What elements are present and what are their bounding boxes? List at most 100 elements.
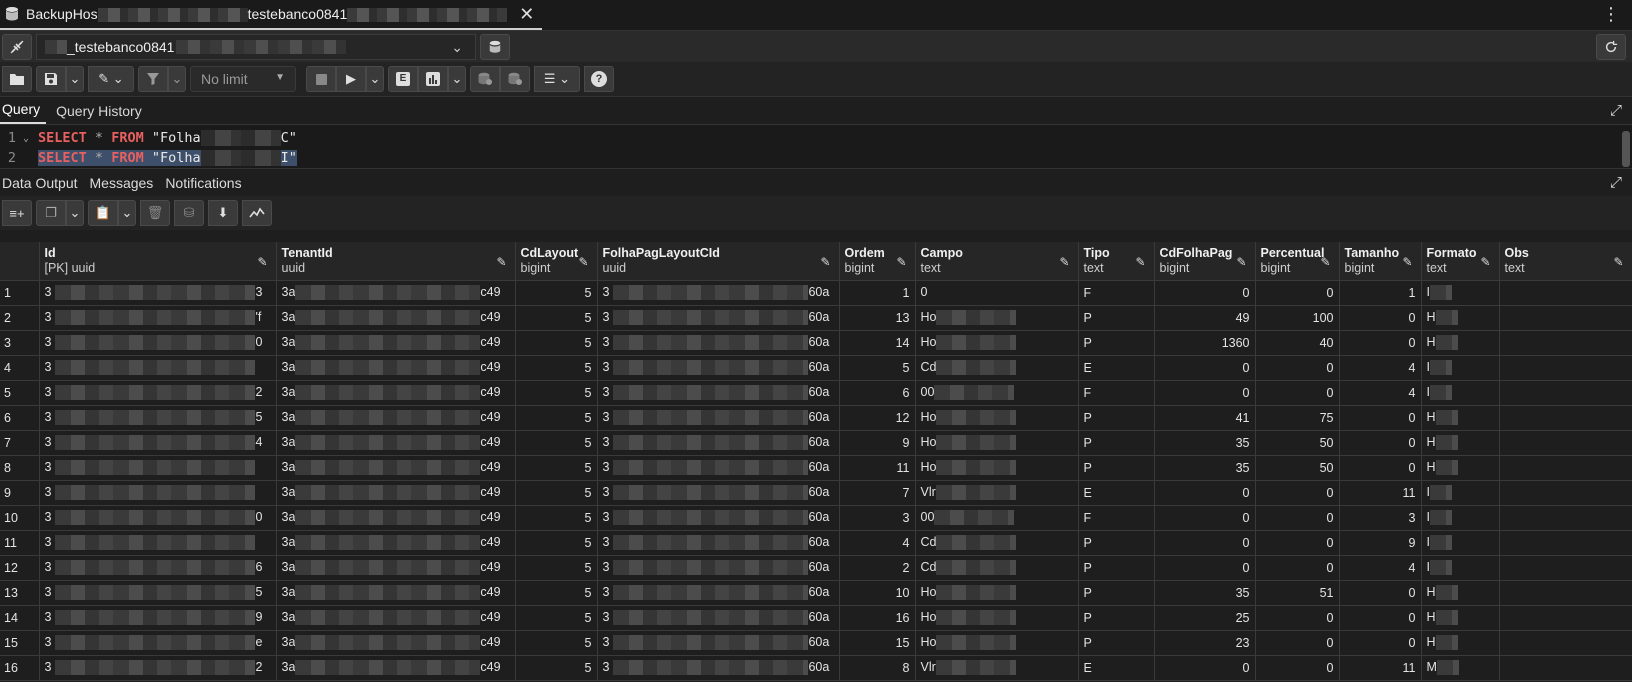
cell-folhapaglayoutcid[interactable]: 3 60a	[597, 430, 840, 456]
cell-id[interactable]: 32	[39, 380, 277, 406]
close-tab-icon[interactable]: ✕	[519, 4, 534, 25]
cell-tamanho[interactable]: 4	[1339, 555, 1422, 581]
cell-tipo[interactable]: P	[1078, 305, 1155, 331]
row-number[interactable]: 11	[0, 530, 40, 556]
cell-formato[interactable]: H	[1421, 630, 1500, 656]
cell-percentual[interactable]: 50	[1255, 430, 1340, 456]
cell-cdfolhapag[interactable]: 0	[1154, 355, 1256, 381]
row-number[interactable]: 5	[0, 380, 40, 406]
expand-icon[interactable]: ⤢	[1610, 102, 1622, 119]
column-header-percentual[interactable]: Percentual bigint ✎	[1255, 242, 1340, 281]
cell-campo[interactable]: Cd	[915, 555, 1079, 581]
cell-tenantid[interactable]: 3a c49	[276, 430, 516, 456]
cell-ordem[interactable]: 3	[839, 505, 916, 531]
cell-ordem[interactable]: 4	[839, 530, 916, 556]
cell-obs[interactable]	[1499, 280, 1632, 306]
cell-folhapaglayoutcid[interactable]: 3 60a	[597, 455, 840, 481]
table-row[interactable]: 7 3 4 3a c49 5 3 60a 9 Ho P 35 50 0 H	[0, 430, 1632, 456]
cell-percentual[interactable]: 40	[1255, 330, 1340, 356]
cell-percentual[interactable]: 0	[1255, 530, 1340, 556]
cell-ordem[interactable]: 5	[839, 355, 916, 381]
cell-id[interactable]: 35	[39, 405, 277, 431]
cell-percentual[interactable]: 75	[1255, 405, 1340, 431]
cell-cdlayout[interactable]: 5	[515, 530, 598, 556]
delete-button[interactable]: 🗑	[140, 200, 170, 226]
table-row[interactable]: 15 3 e 3a c49 5 3 60a 15 Ho P 23 0 0 H	[0, 630, 1632, 656]
cell-tenantid[interactable]: 3a c49	[276, 630, 516, 656]
cell-formato[interactable]: I	[1421, 480, 1500, 506]
cell-cdlayout[interactable]: 5	[515, 455, 598, 481]
cell-tipo[interactable]: P	[1078, 605, 1155, 631]
cell-cdfolhapag[interactable]: 0	[1154, 505, 1256, 531]
cell-campo[interactable]: Ho	[915, 405, 1079, 431]
cell-formato[interactable]: I	[1421, 380, 1500, 406]
edit-column-icon[interactable]: ✎	[1402, 255, 1412, 269]
cell-tenantid[interactable]: 3a c49	[276, 655, 516, 681]
add-row-button[interactable]: ≡+	[2, 200, 32, 226]
explain-analyze-button[interactable]	[418, 66, 448, 92]
edit-column-icon[interactable]: ✎	[496, 255, 506, 269]
cell-obs[interactable]	[1499, 380, 1632, 406]
cell-percentual[interactable]: 0	[1255, 630, 1340, 656]
row-number[interactable]: 15	[0, 630, 40, 656]
cell-cdfolhapag[interactable]: 23	[1154, 630, 1256, 656]
cell-obs[interactable]	[1499, 505, 1632, 531]
fold-chevron-icon[interactable]: ⌄	[16, 133, 36, 144]
cell-cdlayout[interactable]: 5	[515, 480, 598, 506]
expand-icon[interactable]: ⤢	[1610, 174, 1622, 191]
cell-cdfolhapag[interactable]: 49	[1154, 305, 1256, 331]
copy-options-dropdown[interactable]: ⌄	[66, 200, 84, 226]
filter-button[interactable]	[138, 66, 168, 92]
column-header-cdlayout[interactable]: CdLayout bigint ✎	[515, 242, 598, 281]
cell-tamanho[interactable]: 0	[1339, 605, 1422, 631]
macros-button[interactable]: ☰ ⌄	[534, 66, 580, 92]
cell-cdlayout[interactable]: 5	[515, 330, 598, 356]
cell-tipo[interactable]: E	[1078, 655, 1155, 681]
column-header-campo[interactable]: Campo text ✎	[915, 242, 1079, 281]
cell-cdlayout[interactable]: 5	[515, 505, 598, 531]
cell-tenantid[interactable]: 3a c49	[276, 605, 516, 631]
column-header-tipo[interactable]: Tipo text ✎	[1078, 242, 1155, 281]
cell-ordem[interactable]: 6	[839, 380, 916, 406]
cell-ordem[interactable]: 12	[839, 405, 916, 431]
cell-folhapaglayoutcid[interactable]: 3 60a	[597, 605, 840, 631]
open-file-button[interactable]	[2, 66, 32, 92]
cell-tenantid[interactable]: 3a c49	[276, 405, 516, 431]
cell-campo[interactable]: Cd	[915, 355, 1079, 381]
cell-percentual[interactable]: 100	[1255, 305, 1340, 331]
table-row[interactable]: 11 3 3a c49 5 3 60a 4 Cd P 0 0 9 I	[0, 530, 1632, 556]
cell-cdfolhapag[interactable]: 25	[1154, 605, 1256, 631]
cell-formato[interactable]: H	[1421, 605, 1500, 631]
cell-tamanho[interactable]: 4	[1339, 355, 1422, 381]
cell-folhapaglayoutcid[interactable]: 3 60a	[597, 505, 840, 531]
cell-obs[interactable]	[1499, 355, 1632, 381]
paste-button[interactable]: 📋	[88, 200, 118, 226]
cell-formato[interactable]: H	[1421, 405, 1500, 431]
cell-campo[interactable]: Ho	[915, 430, 1079, 456]
cell-tamanho[interactable]: 9	[1339, 530, 1422, 556]
cell-cdlayout[interactable]: 5	[515, 605, 598, 631]
cell-formato[interactable]: M	[1421, 655, 1500, 681]
cell-tamanho[interactable]: 0	[1339, 580, 1422, 606]
cell-tipo[interactable]: P	[1078, 330, 1155, 356]
cell-tenantid[interactable]: 3a c49	[276, 555, 516, 581]
cell-cdfolhapag[interactable]: 0	[1154, 555, 1256, 581]
cell-cdlayout[interactable]: 5	[515, 380, 598, 406]
column-header-folhapaglayoutcid[interactable]: FolhaPagLayoutCId uuid ✎	[597, 242, 840, 281]
cell-ordem[interactable]: 1	[839, 280, 916, 306]
edit-column-icon[interactable]: ✎	[578, 255, 588, 269]
paste-options-dropdown[interactable]: ⌄	[118, 200, 136, 226]
save-options-dropdown[interactable]: ⌄	[66, 66, 84, 92]
cell-id[interactable]: 30	[39, 330, 277, 356]
cell-percentual[interactable]: 0	[1255, 655, 1340, 681]
cell-id[interactable]: 3	[39, 355, 277, 381]
edit-column-icon[interactable]: ✎	[1135, 255, 1145, 269]
cell-tenantid[interactable]: 3a c49	[276, 580, 516, 606]
tab-messages[interactable]: Messages	[88, 175, 160, 191]
column-header-id[interactable]: Id [PK] uuid ✎	[39, 242, 277, 281]
cell-ordem[interactable]: 7	[839, 480, 916, 506]
cell-folhapaglayoutcid[interactable]: 3 60a	[597, 380, 840, 406]
edit-column-icon[interactable]: ✎	[257, 255, 267, 269]
cell-formato[interactable]: I	[1421, 355, 1500, 381]
cell-ordem[interactable]: 11	[839, 455, 916, 481]
